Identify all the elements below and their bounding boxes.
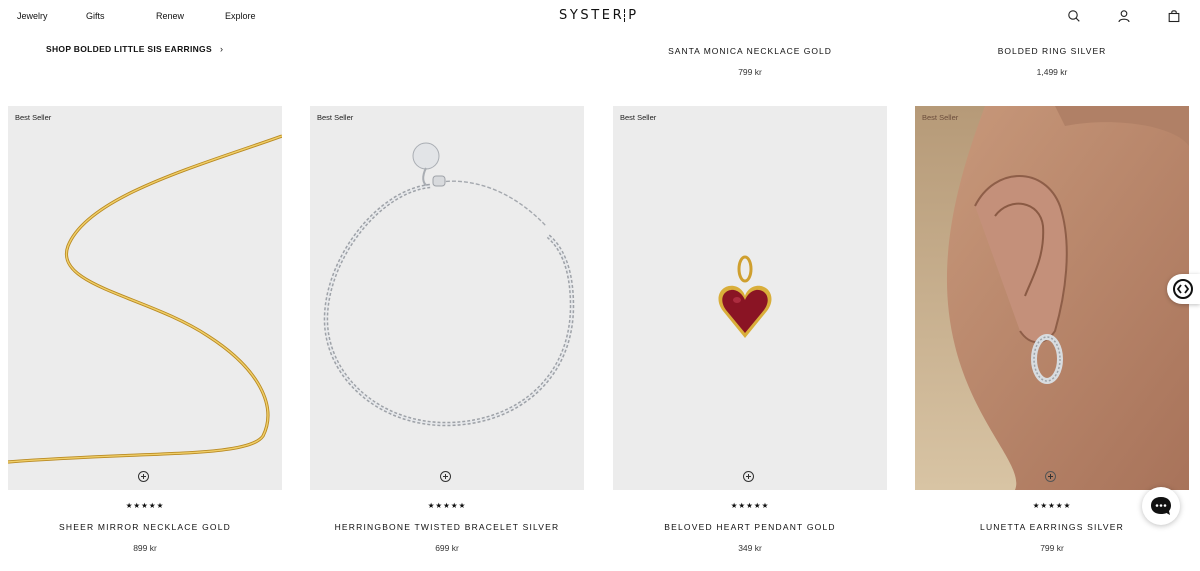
logo-divider xyxy=(623,9,627,22)
product-name[interactable]: BOLDED RING SILVER xyxy=(915,46,1189,56)
necklace-illustration xyxy=(8,106,282,490)
shop-link-label: SHOP BOLDED LITTLE SIS EARRINGS xyxy=(46,44,212,54)
shop-bolded-little-sis-link[interactable]: SHOP BOLDED LITTLE SIS EARRINGS › xyxy=(46,44,223,54)
product-name[interactable]: BELOVED HEART PENDANT GOLD xyxy=(613,522,887,532)
accessibility-widget-tab[interactable] xyxy=(1167,274,1200,304)
best-seller-badge: Best Seller xyxy=(317,113,354,122)
product-name[interactable]: SANTA MONICA NECKLACE GOLD xyxy=(613,46,887,56)
product-name[interactable]: HERRINGBONE TWISTED BRACELET SILVER xyxy=(310,522,584,532)
product-name[interactable]: SHEER MIRROR NECKLACE GOLD xyxy=(8,522,282,532)
chat-bubble-icon xyxy=(1151,497,1171,515)
logo-text-right: P xyxy=(628,8,639,23)
rating-stars: ★★★★★ xyxy=(125,501,165,510)
logo-text-left: SYSTER xyxy=(559,8,625,23)
prev-product-santa-monica[interactable]: SANTA MONICA NECKLACE GOLD 799 kr xyxy=(613,46,887,77)
product-price: 1,499 kr xyxy=(1036,67,1068,77)
product-price: 699 kr xyxy=(435,543,459,553)
nav-renew[interactable]: Renew xyxy=(156,11,184,21)
quick-add-icon[interactable] xyxy=(440,471,451,482)
product-price: 799 kr xyxy=(738,67,762,77)
accessibility-icon xyxy=(1173,279,1193,299)
bag-icon[interactable] xyxy=(1167,9,1181,23)
best-seller-badge: Best Seller xyxy=(922,113,959,122)
chevron-right-icon: › xyxy=(219,44,224,54)
product-image[interactable]: Best Seller xyxy=(915,106,1189,490)
quick-add-icon[interactable] xyxy=(1045,471,1056,482)
product-card-sheer-mirror-necklace: Best Seller ★★★★★ SHEER MIRROR NECKLACE … xyxy=(8,106,282,553)
best-seller-badge: Best Seller xyxy=(620,113,657,122)
product-card-herringbone-bracelet: Best Seller ★★★★★ HERRINGBONE TWISTED BR… xyxy=(310,106,584,553)
site-header: Jewelry Gifts Renew Explore SYSTER P xyxy=(0,0,1200,34)
bracelet-illustration xyxy=(310,106,584,490)
nav-explore[interactable]: Explore xyxy=(225,11,256,21)
search-icon[interactable] xyxy=(1067,9,1081,23)
brand-logo[interactable]: SYSTER P xyxy=(559,8,639,23)
product-price: 799 kr xyxy=(1040,543,1064,553)
pendant-illustration xyxy=(613,106,887,490)
product-card-lunetta-earrings: Best Seller ★★★★★ LUNETTA EARRINGS SILVE… xyxy=(915,106,1189,553)
product-image[interactable]: Best Seller xyxy=(613,106,887,490)
rating-stars: ★★★★★ xyxy=(427,501,467,510)
prev-product-bolded-ring[interactable]: BOLDED RING SILVER 1,499 kr xyxy=(915,46,1189,77)
product-card-beloved-heart-pendant: Best Seller ★★★★★ BELOVED HEART PENDANT … xyxy=(613,106,887,553)
nav-jewelry[interactable]: Jewelry xyxy=(17,11,48,21)
account-icon[interactable] xyxy=(1117,9,1131,23)
product-price: 349 kr xyxy=(738,543,762,553)
rating-stars: ★★★★★ xyxy=(730,501,770,510)
product-price: 899 kr xyxy=(133,543,157,553)
quick-add-icon[interactable] xyxy=(138,471,149,482)
nav-gifts[interactable]: Gifts xyxy=(86,11,105,21)
quick-add-icon[interactable] xyxy=(743,471,754,482)
model-earring-photo xyxy=(915,106,1189,490)
best-seller-badge: Best Seller xyxy=(15,113,52,122)
chat-button[interactable] xyxy=(1142,487,1180,525)
product-image[interactable]: Best Seller xyxy=(310,106,584,490)
product-image[interactable]: Best Seller xyxy=(8,106,282,490)
